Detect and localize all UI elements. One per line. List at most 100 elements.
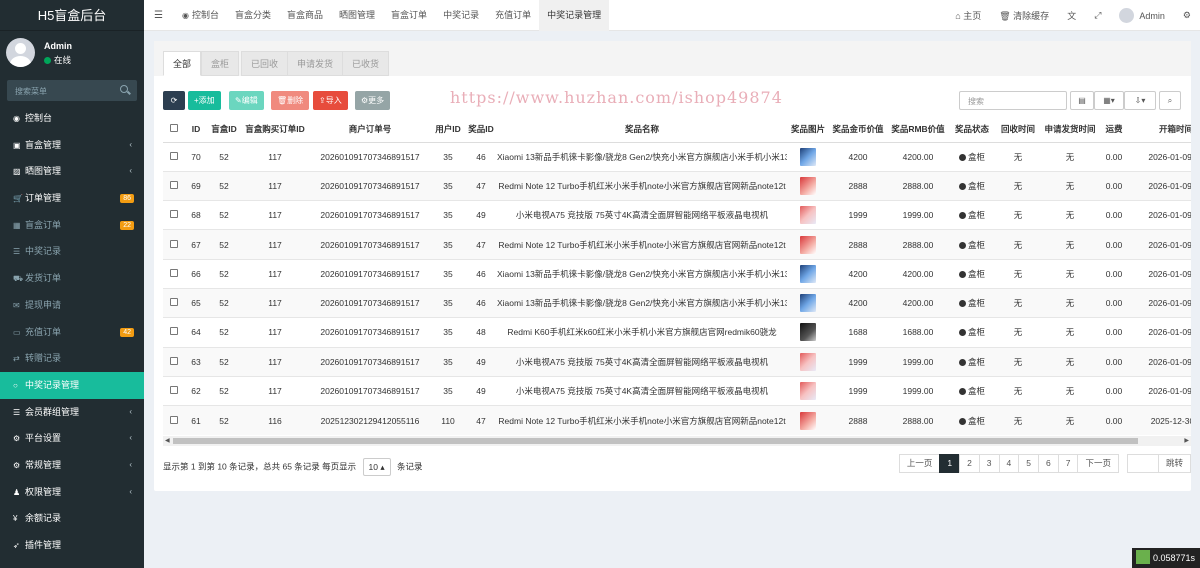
sidebar-item-9[interactable]: ⇄ 转赠记录 [0,345,144,372]
tab-1[interactable]: 盲盒分类 [227,0,279,31]
page-button-1[interactable]: 1 [939,454,961,473]
column-header[interactable]: 回收时间 [995,117,1041,143]
sidebar-item-13[interactable]: ⚙ 常规管理 ‹ [0,452,144,479]
table-row[interactable]: 61 52 116 202512302129412055116 110 47 Redmi N… [163,405,1191,435]
sidebar-item-10[interactable]: ○ 中奖记录管理 [0,371,144,399]
column-header[interactable]: 运费 [1099,117,1129,143]
sidebar-item-8[interactable]: ▭ 充值订单 42 [0,319,144,346]
column-header[interactable]: 奖品图片 [787,117,829,143]
row-checkbox[interactable] [163,258,185,289]
prize-image[interactable] [800,352,816,371]
column-header[interactable]: ID [185,117,207,143]
more-button[interactable]: ⚙更多 [355,91,391,110]
prize-image[interactable] [800,264,816,283]
sidebar-item-15[interactable]: ¥ 余额记录 [0,505,144,532]
sidebar-item-0[interactable]: ◉ 控制台 [0,105,144,132]
sidebar-item-3[interactable]: 🛒 订单管理 86 [0,185,144,212]
prize-image[interactable] [800,382,816,401]
page-button-2[interactable]: 2 [959,454,980,473]
row-checkbox[interactable] [163,141,185,172]
tab-0[interactable]: ◉ 控制台 [174,0,227,31]
row-checkbox[interactable] [163,405,185,435]
panel-tab-4[interactable]: 已收货 [342,51,390,76]
page-jump-input[interactable] [1126,454,1159,473]
panel-tab-2[interactable]: 已回收 [241,51,289,76]
prize-image[interactable] [800,176,816,195]
row-checkbox[interactable] [163,170,185,201]
fullscreen-icon[interactable]: ⤢ [1085,10,1110,21]
sidebar-item-1[interactable]: ▣ 盲盒管理 ‹ [0,132,144,159]
prize-image[interactable] [800,411,816,430]
page-button-4[interactable]: 4 [998,454,1020,473]
tab-2[interactable]: 盲盒商品 [279,0,331,31]
columns-button[interactable]: ▦▾ [1094,91,1124,110]
horizontal-scrollbar[interactable]: ◀ ▶ [163,436,1191,446]
row-checkbox[interactable] [163,346,185,377]
import-button[interactable]: ⇪导入 [313,91,348,110]
tab-6[interactable]: 充值订单 [487,0,539,31]
column-header[interactable]: 奖品状态 [949,117,995,143]
language-icon[interactable]: 文 [1058,9,1085,22]
page-button-7[interactable]: 7 [1057,454,1079,473]
column-header[interactable]: 奖品金币价值 [829,117,887,143]
next-page-button[interactable]: 下一页 [1077,454,1119,473]
clear-cache-link[interactable]: 🗑 清除缓存 [990,9,1058,22]
column-header[interactable]: 开箱时间 [1129,117,1191,143]
row-checkbox[interactable] [163,317,185,348]
page-button-3[interactable]: 3 [978,454,1000,473]
sidebar-search-input[interactable]: 搜索菜单 [7,80,137,101]
sidebar-item-6[interactable]: ⛟ 发货订单 [0,265,144,292]
tab-5[interactable]: 中奖记录 [435,0,487,31]
panel-tab-3[interactable]: 申请发货 [287,51,344,76]
tab-4[interactable]: 盲盒订单 [383,0,435,31]
sidebar-item-5[interactable]: ☰ 中奖记录 [0,238,144,265]
table-row[interactable]: 70 52 117 20260109170734689151​7 35 46 Xiaomi … [163,141,1191,172]
menu-toggle-icon[interactable]: ☰ [154,10,163,21]
table-search-input[interactable]: 搜索 [959,91,1067,110]
prize-image[interactable] [800,323,816,342]
tab-7[interactable]: 中奖记录管理 [539,0,610,31]
column-header[interactable]: 盲盒ID [207,117,241,143]
add-button[interactable]: +添加 [188,91,221,110]
panel-tab-1[interactable]: 盒柜 [201,51,240,76]
sidebar-item-11[interactable]: ☰ 会员群组管理 ‹ [0,399,144,426]
scroll-left-icon[interactable]: ◀ [165,437,170,444]
row-checkbox[interactable] [163,287,185,318]
admin-menu[interactable]: Admin [1110,8,1174,23]
table-row[interactable]: 65 52 117 202601091707346891517 35 46 Xiaomi 1… [163,287,1191,318]
prize-image[interactable] [800,294,816,313]
page-button-5[interactable]: 5 [1018,454,1039,473]
home-link[interactable]: ⌂ 主页 [946,9,990,22]
table-row[interactable]: 66 52 117 202601091707346891517 35 46 Xiaomi 1… [163,258,1191,289]
column-header[interactable]: 申请发货时间 [1041,117,1099,143]
column-header[interactable]: 盲盒购买订单ID [241,117,309,143]
page-size-select[interactable]: 10 ▴ [362,458,391,476]
table-row[interactable]: 68 52 117 202601091707346891517 35 49 小米电视A75 … [163,200,1191,230]
prize-image[interactable] [800,147,816,166]
export-button[interactable]: ⇩▾ [1124,91,1156,110]
column-header[interactable]: 奖品名称 [497,117,787,143]
row-checkbox[interactable] [163,200,185,230]
scroll-right-icon[interactable]: ▶ [1184,437,1189,444]
prize-image[interactable] [800,206,816,225]
select-all-checkbox[interactable] [163,117,185,143]
edit-button[interactable]: ✎编辑 [229,91,264,110]
row-checkbox[interactable] [163,229,185,260]
settings-gear-icon[interactable]: ⚙ [1174,10,1200,21]
column-header[interactable]: 奖品ID [465,117,497,143]
table-row[interactable]: 67 52 117 202601091707346891517 35 47 Redmi No… [163,229,1191,260]
sidebar-item-2[interactable]: ▨ 晒图管理 ‹ [0,158,144,185]
table-row[interactable]: 62 52 117 202601091707346891517 35 49 小米电视A75 … [163,375,1191,406]
sidebar-item-14[interactable]: ♟ 权限管理 ‹ [0,479,144,506]
table-row[interactable]: 69 52 117 202601091707346891517 35 47 Redmi No… [163,170,1191,201]
sidebar-item-16[interactable]: ➶ 插件管理 [0,532,144,559]
refresh-button[interactable]: ⟳ [163,91,185,110]
toggle-view-button[interactable]: ▤ [1070,91,1094,110]
prev-page-button[interactable]: 上一页 [898,454,941,473]
advanced-search-button[interactable]: ⌕ [1159,91,1181,110]
prize-image[interactable] [800,235,816,254]
sidebar-item-4[interactable]: ▦ 盲盒订单 22 [0,212,144,239]
search-icon[interactable] [120,85,128,93]
app-title[interactable]: H5盲盒后台 [0,0,144,31]
column-header[interactable]: 奖品RMB价值 [887,117,949,143]
